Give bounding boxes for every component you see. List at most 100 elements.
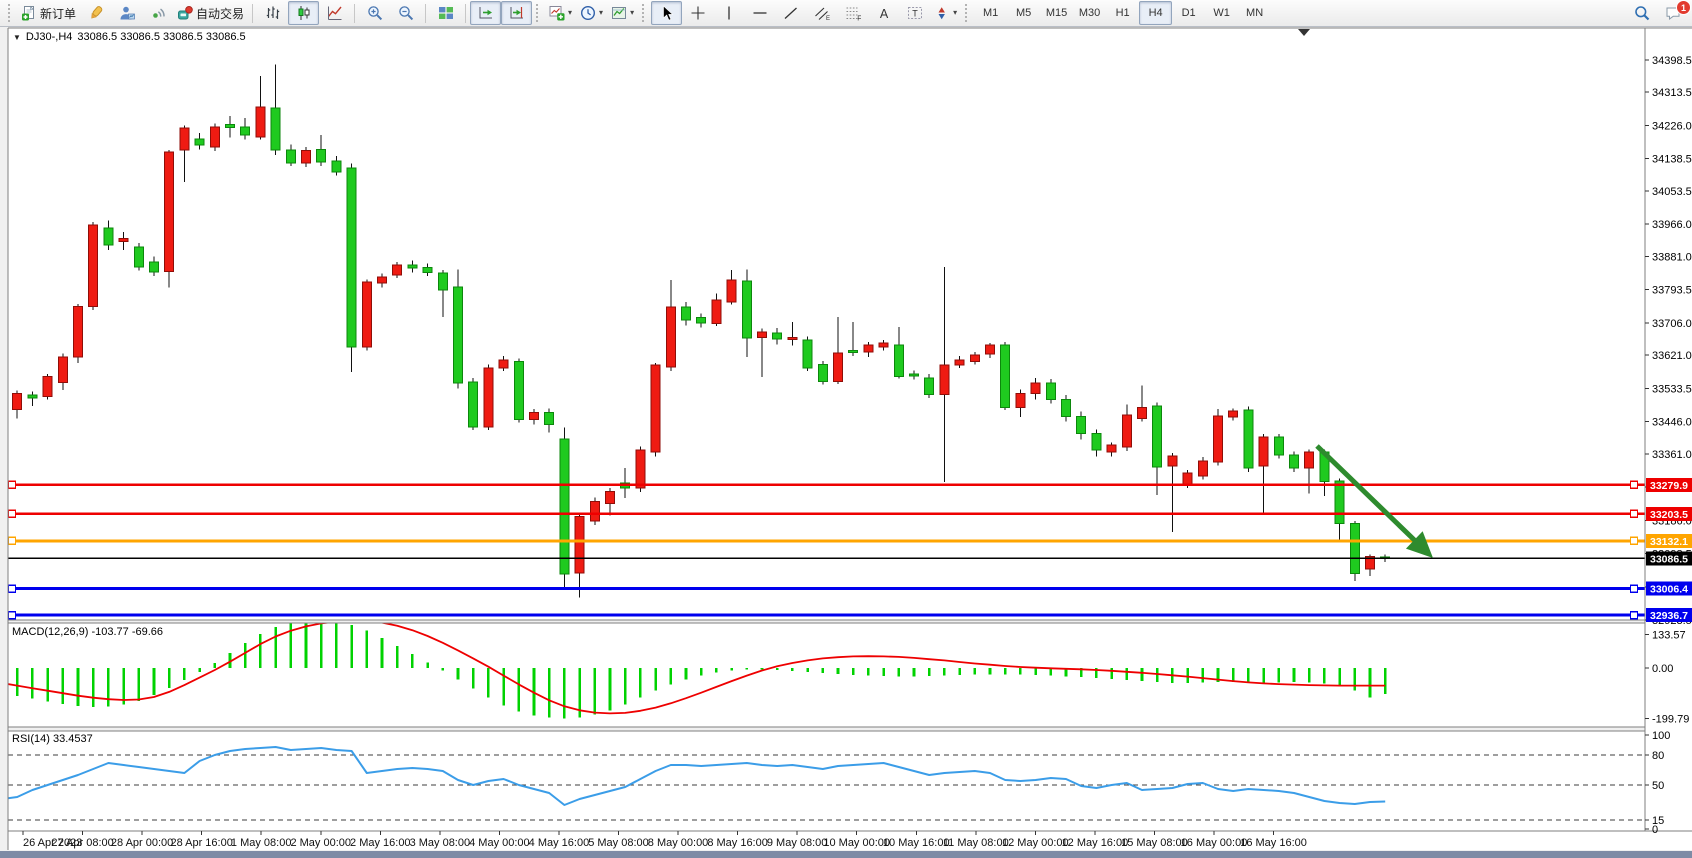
toolbar-separator: [465, 4, 466, 23]
signals-button[interactable]: [142, 1, 173, 25]
period-h1-label: H1: [1116, 7, 1130, 19]
time-tick-label: 16 May 16:00: [1240, 837, 1307, 849]
tile-windows-button[interactable]: [430, 1, 461, 25]
channel-button[interactable]: E: [806, 1, 837, 25]
hline-button[interactable]: [744, 1, 775, 25]
trendline-button[interactable]: [775, 1, 806, 25]
indicators-icon: [549, 5, 565, 21]
price-tick-label: 33361.0: [1652, 449, 1692, 461]
toolbar-group-insert: ▾ ▾ ▾: [545, 1, 638, 25]
period-h1[interactable]: H1: [1106, 1, 1139, 25]
bar-chart-button[interactable]: [257, 1, 288, 25]
price-chart-svg[interactable]: 34398.534313.534226.034138.534053.533966…: [0, 0, 1692, 858]
line-handle: [1631, 585, 1638, 592]
period-mn[interactable]: MN: [1238, 1, 1271, 25]
line-chart-button[interactable]: [319, 1, 350, 25]
shapes-icon: [934, 5, 950, 21]
toolbar-grip[interactable]: [965, 4, 970, 22]
shapes-button[interactable]: ▾: [930, 1, 961, 25]
rsi-tick-label: 50: [1652, 780, 1664, 792]
time-tick-label: 10 May 00:00: [823, 837, 890, 849]
toolbar-grip[interactable]: [536, 4, 541, 22]
line-handle: [1631, 481, 1638, 488]
channel-icon: E: [814, 5, 830, 21]
notifications-button[interactable]: 1: [1657, 1, 1688, 25]
toolbar-separator: [252, 4, 253, 23]
text-button[interactable]: A: [868, 1, 899, 25]
price-badge-label: 33132.1: [1650, 536, 1688, 548]
periods-button[interactable]: ▾: [576, 1, 607, 25]
zoom-out-icon: [398, 5, 414, 21]
fibonacci-button[interactable]: F: [837, 1, 868, 25]
line-handle: [9, 612, 16, 619]
candles-icon: [296, 5, 312, 21]
time-tick-label: 16 May 00:00: [1181, 837, 1248, 849]
text-t-icon: T: [907, 5, 923, 21]
chevron-down-icon[interactable]: ▾: [630, 9, 634, 17]
clock-icon: [580, 5, 596, 21]
text-a-icon: A: [876, 5, 892, 21]
new-order-icon: [21, 5, 37, 21]
period-m1[interactable]: M1: [974, 1, 1007, 25]
label-button[interactable]: T: [899, 1, 930, 25]
crosshair-button[interactable]: [682, 1, 713, 25]
chartshift-icon: [509, 5, 525, 21]
toolbar-grip[interactable]: [642, 4, 647, 22]
templates-button[interactable]: ▾: [607, 1, 638, 25]
price-badge-label: 33279.9: [1650, 480, 1688, 492]
rsi-tick-label: 80: [1652, 750, 1664, 762]
autotrading-button[interactable]: 自动交易: [173, 1, 248, 25]
period-d1[interactable]: D1: [1172, 1, 1205, 25]
indicators-button[interactable]: ▾: [545, 1, 576, 25]
toolbar-grip[interactable]: [8, 4, 13, 22]
time-tick-label: 10 May 16:00: [883, 837, 950, 849]
period-h4-label: H4: [1149, 7, 1163, 19]
chevron-down-icon[interactable]: ▾: [953, 9, 957, 17]
toolbar-separator: [354, 4, 355, 23]
period-w1[interactable]: W1: [1205, 1, 1238, 25]
chart-shift-button[interactable]: [501, 1, 532, 25]
price-badge-label: 33086.5: [1650, 553, 1688, 565]
zoom-in-button[interactable]: [359, 1, 390, 25]
cursor-button[interactable]: [651, 1, 682, 25]
styles-button[interactable]: [80, 1, 111, 25]
period-m30-label: M30: [1079, 7, 1100, 19]
time-tick-label: 1 May 08:00: [231, 837, 292, 849]
zoom-out-button[interactable]: [390, 1, 421, 25]
auto-scroll-button[interactable]: [470, 1, 501, 25]
time-tick-label: 2 May 16:00: [350, 837, 411, 849]
period-m5-label: M5: [1016, 7, 1031, 19]
time-tick-label: 4 May 00:00: [469, 837, 530, 849]
time-tick-label: 12 May 00:00: [1002, 837, 1069, 849]
search-button[interactable]: [1626, 1, 1657, 25]
period-m30[interactable]: M30: [1073, 1, 1106, 25]
line-handle: [1631, 510, 1638, 517]
publisher-button[interactable]: [111, 1, 142, 25]
new-order-button[interactable]: 新订单: [17, 1, 80, 25]
trendline-icon: [783, 5, 799, 21]
rsi-tick-label: 100: [1652, 730, 1670, 742]
vline-button[interactable]: [713, 1, 744, 25]
chevron-down-icon[interactable]: ▾: [599, 9, 603, 17]
price-tick-label: 34053.5: [1652, 186, 1692, 198]
time-tick-label: 3 May 08:00: [410, 837, 471, 849]
macd-tick-label: 133.57: [1652, 629, 1686, 641]
toolbar-separator: [425, 4, 426, 23]
chevron-down-icon[interactable]: ▾: [568, 9, 572, 17]
period-h4[interactable]: H4: [1139, 1, 1172, 25]
price-tick-label: 34313.5: [1652, 87, 1692, 99]
line-handle: [9, 481, 16, 488]
toolbar-group-chart-types: [257, 1, 350, 25]
macd-tick-label: -199.79: [1652, 713, 1689, 725]
bars-icon: [265, 5, 281, 21]
notification-count-badge: 1: [1676, 0, 1691, 15]
price-badge-label: 33006.4: [1650, 584, 1688, 596]
rsi-panel: [8, 731, 1645, 831]
template-icon: [611, 5, 627, 21]
period-m5[interactable]: M5: [1007, 1, 1040, 25]
cursor-icon: [659, 5, 675, 21]
svg-text:A: A: [879, 7, 888, 21]
period-m15[interactable]: M15: [1040, 1, 1073, 25]
candlestick-chart-button[interactable]: [288, 1, 319, 25]
price-badge-label: 33203.5: [1650, 509, 1688, 521]
